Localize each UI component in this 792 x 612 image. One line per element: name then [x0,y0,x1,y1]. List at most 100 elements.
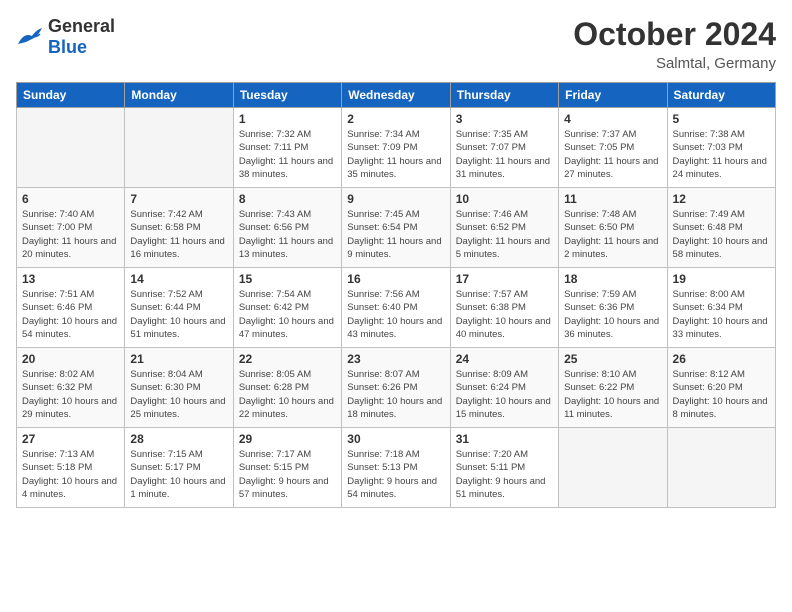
day-cell: 15 Sunrise: 7:54 AMSunset: 6:42 PMDayligh… [233,268,341,348]
day-number: 29 [239,432,336,446]
day-info: Sunrise: 8:12 AMSunset: 6:20 PMDaylight:… [673,368,770,421]
day-info: Sunrise: 7:38 AMSunset: 7:03 PMDaylight:… [673,128,770,181]
weekday-header-sunday: Sunday [17,83,125,108]
week-row-4: 20 Sunrise: 8:02 AMSunset: 6:32 PMDayligh… [17,348,776,428]
day-number: 22 [239,352,336,366]
day-number: 25 [564,352,661,366]
day-info: Sunrise: 7:57 AMSunset: 6:38 PMDaylight:… [456,288,553,341]
logo-blue: Blue [48,37,87,57]
day-cell: 18 Sunrise: 7:59 AMSunset: 6:36 PMDayligh… [559,268,667,348]
day-number: 5 [673,112,770,126]
day-number: 14 [130,272,227,286]
day-cell: 23 Sunrise: 8:07 AMSunset: 6:26 PMDayligh… [342,348,450,428]
day-cell: 5 Sunrise: 7:38 AMSunset: 7:03 PMDaylight… [667,108,775,188]
day-cell [125,108,233,188]
day-cell: 12Sunrise: 7:49 AMSunset: 6:48 PMDayligh… [667,188,775,268]
day-info: Sunrise: 7:34 AMSunset: 7:09 PMDaylight:… [347,128,444,181]
day-cell: 28 Sunrise: 7:15 AMSunset: 5:17 PMDayligh… [125,428,233,508]
day-cell [17,108,125,188]
day-number: 20 [22,352,119,366]
week-row-1: 1Sunrise: 7:32 AMSunset: 7:11 PMDaylight… [17,108,776,188]
day-number: 6 [22,192,119,206]
weekday-header-row: SundayMondayTuesdayWednesdayThursdayFrid… [17,83,776,108]
day-info: Sunrise: 7:17 AMSunset: 5:15 PMDaylight:… [239,448,336,501]
day-number: 23 [347,352,444,366]
day-info: Sunrise: 7:43 AMSunset: 6:56 PMDaylight:… [239,208,336,261]
day-number: 16 [347,272,444,286]
day-cell: 22Sunrise: 8:05 AMSunset: 6:28 PMDayligh… [233,348,341,428]
day-cell: 20 Sunrise: 8:02 AMSunset: 6:32 PMDayligh… [17,348,125,428]
week-row-3: 13 Sunrise: 7:51 AMSunset: 6:46 PMDayligh… [17,268,776,348]
day-cell: 3 Sunrise: 7:35 AMSunset: 7:07 PMDaylight… [450,108,558,188]
day-info: Sunrise: 8:07 AMSunset: 6:26 PMDaylight:… [347,368,444,421]
day-cell: 27Sunrise: 7:13 AMSunset: 5:18 PMDayligh… [17,428,125,508]
day-info: Sunrise: 7:20 AMSunset: 5:11 PMDaylight:… [456,448,553,501]
day-cell: 9 Sunrise: 7:45 AMSunset: 6:54 PMDaylight… [342,188,450,268]
day-number: 13 [22,272,119,286]
day-cell: 2Sunrise: 7:34 AMSunset: 7:09 PMDaylight… [342,108,450,188]
day-cell: 25Sunrise: 8:10 AMSunset: 6:22 PMDayligh… [559,348,667,428]
day-info: Sunrise: 7:45 AMSunset: 6:54 PMDaylight:… [347,208,444,261]
day-cell: 31 Sunrise: 7:20 AMSunset: 5:11 PMDayligh… [450,428,558,508]
day-number: 9 [347,192,444,206]
week-row-2: 6 Sunrise: 7:40 AMSunset: 7:00 PMDaylight… [17,188,776,268]
day-info: Sunrise: 7:52 AMSunset: 6:44 PMDaylight:… [130,288,227,341]
day-cell: 6 Sunrise: 7:40 AMSunset: 7:00 PMDaylight… [17,188,125,268]
day-cell: 7 Sunrise: 7:42 AMSunset: 6:58 PMDaylight… [125,188,233,268]
day-cell: 10 Sunrise: 7:46 AMSunset: 6:52 PMDayligh… [450,188,558,268]
weekday-header-tuesday: Tuesday [233,83,341,108]
day-cell: 16 Sunrise: 7:56 AMSunset: 6:40 PMDayligh… [342,268,450,348]
day-info: Sunrise: 7:49 AMSunset: 6:48 PMDaylight:… [673,208,770,261]
day-info: Sunrise: 7:56 AMSunset: 6:40 PMDaylight:… [347,288,444,341]
logo: General Blue [16,16,115,58]
day-cell: 13 Sunrise: 7:51 AMSunset: 6:46 PMDayligh… [17,268,125,348]
day-info: Sunrise: 7:15 AMSunset: 5:17 PMDaylight:… [130,448,227,501]
month-title: October 2024 [573,16,776,53]
day-number: 28 [130,432,227,446]
day-cell: 17 Sunrise: 7:57 AMSunset: 6:38 PMDayligh… [450,268,558,348]
day-info: Sunrise: 7:54 AMSunset: 6:42 PMDaylight:… [239,288,336,341]
title-block: October 2024 Salmtal, Germany [573,16,776,72]
day-number: 1 [239,112,336,126]
day-number: 24 [456,352,553,366]
day-cell: 4Sunrise: 7:37 AMSunset: 7:05 PMDaylight… [559,108,667,188]
day-number: 21 [130,352,227,366]
day-number: 11 [564,192,661,206]
day-number: 15 [239,272,336,286]
week-row-5: 27Sunrise: 7:13 AMSunset: 5:18 PMDayligh… [17,428,776,508]
day-number: 3 [456,112,553,126]
logo-general: General [48,16,115,36]
day-number: 26 [673,352,770,366]
day-number: 30 [347,432,444,446]
day-number: 8 [239,192,336,206]
day-number: 10 [456,192,553,206]
day-info: Sunrise: 7:51 AMSunset: 6:46 PMDaylight:… [22,288,119,341]
day-info: Sunrise: 7:35 AMSunset: 7:07 PMDaylight:… [456,128,553,181]
page-header: General Blue October 2024 Salmtal, Germa… [16,16,776,72]
day-info: Sunrise: 7:37 AMSunset: 7:05 PMDaylight:… [564,128,661,181]
day-info: Sunrise: 7:42 AMSunset: 6:58 PMDaylight:… [130,208,227,261]
location: Salmtal, Germany [573,55,776,72]
day-info: Sunrise: 7:59 AMSunset: 6:36 PMDaylight:… [564,288,661,341]
day-cell [559,428,667,508]
day-number: 17 [456,272,553,286]
day-cell: 30Sunrise: 7:18 AMSunset: 5:13 PMDayligh… [342,428,450,508]
day-info: Sunrise: 7:40 AMSunset: 7:00 PMDaylight:… [22,208,119,261]
day-cell: 29 Sunrise: 7:17 AMSunset: 5:15 PMDayligh… [233,428,341,508]
day-cell: 11 Sunrise: 7:48 AMSunset: 6:50 PMDayligh… [559,188,667,268]
weekday-header-wednesday: Wednesday [342,83,450,108]
day-cell: 26 Sunrise: 8:12 AMSunset: 6:20 PMDayligh… [667,348,775,428]
day-number: 31 [456,432,553,446]
day-cell: 14 Sunrise: 7:52 AMSunset: 6:44 PMDayligh… [125,268,233,348]
day-number: 18 [564,272,661,286]
weekday-header-thursday: Thursday [450,83,558,108]
day-number: 19 [673,272,770,286]
day-cell: 24 Sunrise: 8:09 AMSunset: 6:24 PMDayligh… [450,348,558,428]
day-info: Sunrise: 8:09 AMSunset: 6:24 PMDaylight:… [456,368,553,421]
day-info: Sunrise: 8:00 AMSunset: 6:34 PMDaylight:… [673,288,770,341]
day-info: Sunrise: 8:02 AMSunset: 6:32 PMDaylight:… [22,368,119,421]
day-number: 7 [130,192,227,206]
day-info: Sunrise: 7:46 AMSunset: 6:52 PMDaylight:… [456,208,553,261]
calendar-table: SundayMondayTuesdayWednesdayThursdayFrid… [16,82,776,508]
day-info: Sunrise: 7:48 AMSunset: 6:50 PMDaylight:… [564,208,661,261]
